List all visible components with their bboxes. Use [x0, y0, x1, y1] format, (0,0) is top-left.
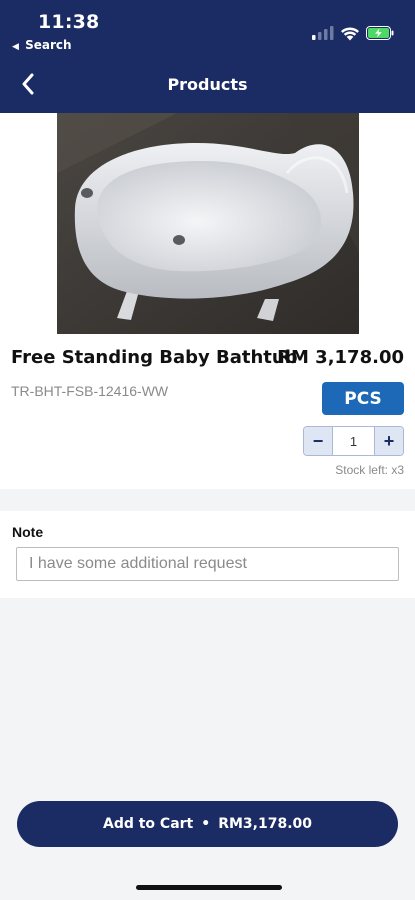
page-title: Products — [167, 75, 248, 94]
note-label: Note — [12, 524, 44, 540]
unit-pcs-button[interactable]: PCS — [322, 382, 404, 415]
battery-charging-icon — [366, 26, 394, 40]
back-triangle-icon: ◀ — [12, 42, 19, 52]
status-back-label: Search — [25, 38, 72, 52]
quantity-stepper: − 1 + — [303, 426, 404, 456]
status-time: 11:38 — [38, 11, 100, 33]
product-sku: TR-BHT-FSB-12416-WW — [11, 383, 169, 399]
status-back-link[interactable]: ◀ Search — [12, 38, 72, 52]
decrement-button[interactable]: − — [304, 427, 332, 455]
product-detail-screen: 11:38 ◀ Search Products Free Standing Ba… — [0, 0, 415, 900]
bathtub-photo — [57, 113, 359, 334]
separator-dot: • — [201, 816, 211, 832]
add-to-cart-button[interactable]: Add to Cart • RM3,178.00 — [17, 801, 398, 847]
quantity-value[interactable]: 1 — [332, 427, 375, 455]
cart-total: RM3,178.00 — [218, 816, 312, 832]
plus-icon: + — [383, 430, 395, 451]
signal-icon — [312, 26, 334, 40]
add-to-cart-label: Add to Cart — [102, 816, 194, 832]
status-icons — [312, 24, 395, 42]
product-price: RM 3,178.00 — [277, 347, 404, 368]
product-name: Free Standing Baby Bathtub — [11, 347, 298, 368]
product-image — [57, 113, 359, 334]
stock-left: Stock left: x3 — [335, 463, 404, 477]
minus-icon: − — [312, 430, 324, 451]
home-indicator[interactable] — [136, 885, 282, 890]
header: 11:38 ◀ Search Products — [0, 0, 415, 113]
note-section: Note — [0, 511, 415, 598]
note-input[interactable] — [16, 547, 399, 581]
increment-button[interactable]: + — [375, 427, 403, 455]
product-card: Free Standing Baby Bathtub RM 3,178.00 T… — [0, 113, 415, 489]
wifi-icon — [341, 26, 359, 40]
